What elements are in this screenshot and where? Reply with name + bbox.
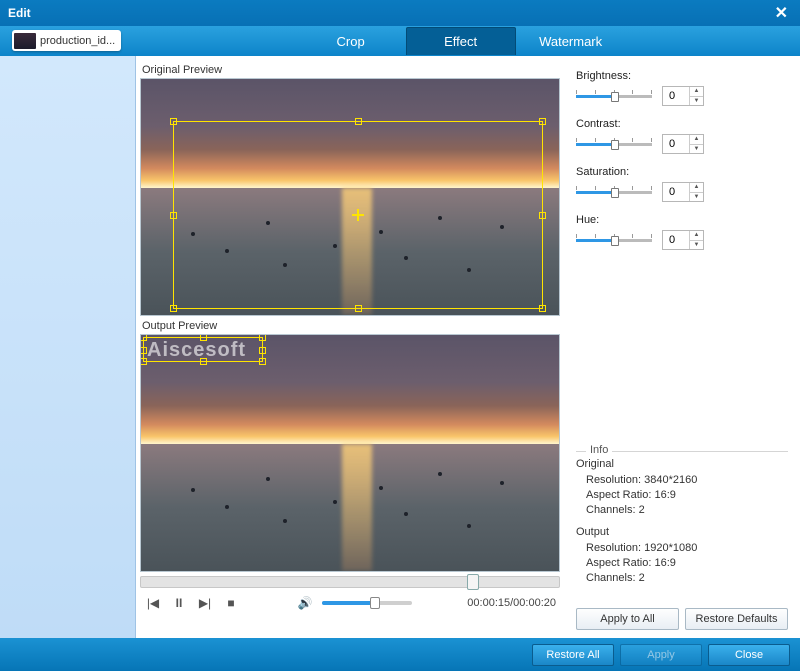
pause-button[interactable]: II xyxy=(170,594,188,612)
mode-tabs: Crop Effect Watermark xyxy=(121,26,800,56)
info-panel: Info Original Resolution: 3840*2160 Aspe… xyxy=(576,451,788,594)
apply-to-all-button[interactable]: Apply to All xyxy=(576,608,679,630)
apply-button[interactable]: Apply xyxy=(620,644,702,666)
tab-crop[interactable]: Crop xyxy=(296,27,406,55)
output-preview[interactable]: Aiscesoft xyxy=(140,334,560,572)
hue-input[interactable]: 0▲▼ xyxy=(662,230,704,250)
transport-controls: |◀ II ▶| ■ 🔊 00:00:15/00:00:20 xyxy=(140,588,560,618)
file-name: production_id... xyxy=(40,35,115,47)
info-original-heading: Original xyxy=(576,458,788,470)
stop-button[interactable]: ■ xyxy=(222,594,240,612)
output-preview-label: Output Preview xyxy=(142,320,560,332)
spin-down-icon[interactable]: ▼ xyxy=(690,97,703,106)
restore-all-button[interactable]: Restore All xyxy=(532,644,614,666)
original-preview-label: Original Preview xyxy=(142,64,560,76)
original-preview[interactable] xyxy=(140,78,560,316)
tab-watermark[interactable]: Watermark xyxy=(516,27,626,55)
next-button[interactable]: ▶| xyxy=(196,594,214,612)
crop-rectangle[interactable] xyxy=(173,121,543,309)
restore-defaults-button[interactable]: Restore Defaults xyxy=(685,608,788,630)
footer-bar: Restore All Apply Close xyxy=(0,638,800,671)
timecode: 00:00:15/00:00:20 xyxy=(467,597,556,609)
tab-effect[interactable]: Effect xyxy=(406,27,516,55)
file-tab-bar: production_id... Crop Effect Watermark xyxy=(0,26,800,56)
contrast-input[interactable]: 0▲▼ xyxy=(662,134,704,154)
close-icon[interactable]: ✕ xyxy=(771,3,792,23)
volume-slider[interactable] xyxy=(322,601,412,605)
crosshair-icon xyxy=(352,209,364,221)
contrast-label: Contrast: xyxy=(576,118,788,130)
window-title: Edit xyxy=(8,6,31,20)
title-bar: Edit ✕ xyxy=(0,0,800,26)
prev-button[interactable]: |◀ xyxy=(144,594,162,612)
info-output-heading: Output xyxy=(576,526,788,538)
watermark-rectangle[interactable] xyxy=(143,337,263,362)
sidebar xyxy=(0,56,136,638)
contrast-slider[interactable] xyxy=(576,138,652,150)
brightness-slider[interactable] xyxy=(576,90,652,102)
saturation-slider[interactable] xyxy=(576,186,652,198)
brightness-label: Brightness: xyxy=(576,70,788,82)
hue-slider[interactable] xyxy=(576,234,652,246)
spin-up-icon[interactable]: ▲ xyxy=(690,87,703,97)
volume-icon[interactable]: 🔊 xyxy=(296,594,314,612)
timeline-scrubber[interactable] xyxy=(140,576,560,588)
file-item[interactable]: production_id... xyxy=(12,30,121,51)
brightness-input[interactable]: 0 ▲▼ xyxy=(662,86,704,106)
saturation-label: Saturation: xyxy=(576,166,788,178)
close-button[interactable]: Close xyxy=(708,644,790,666)
saturation-input[interactable]: 0▲▼ xyxy=(662,182,704,202)
info-heading: Info xyxy=(586,444,612,456)
file-thumbnail xyxy=(14,33,36,49)
hue-label: Hue: xyxy=(576,214,788,226)
